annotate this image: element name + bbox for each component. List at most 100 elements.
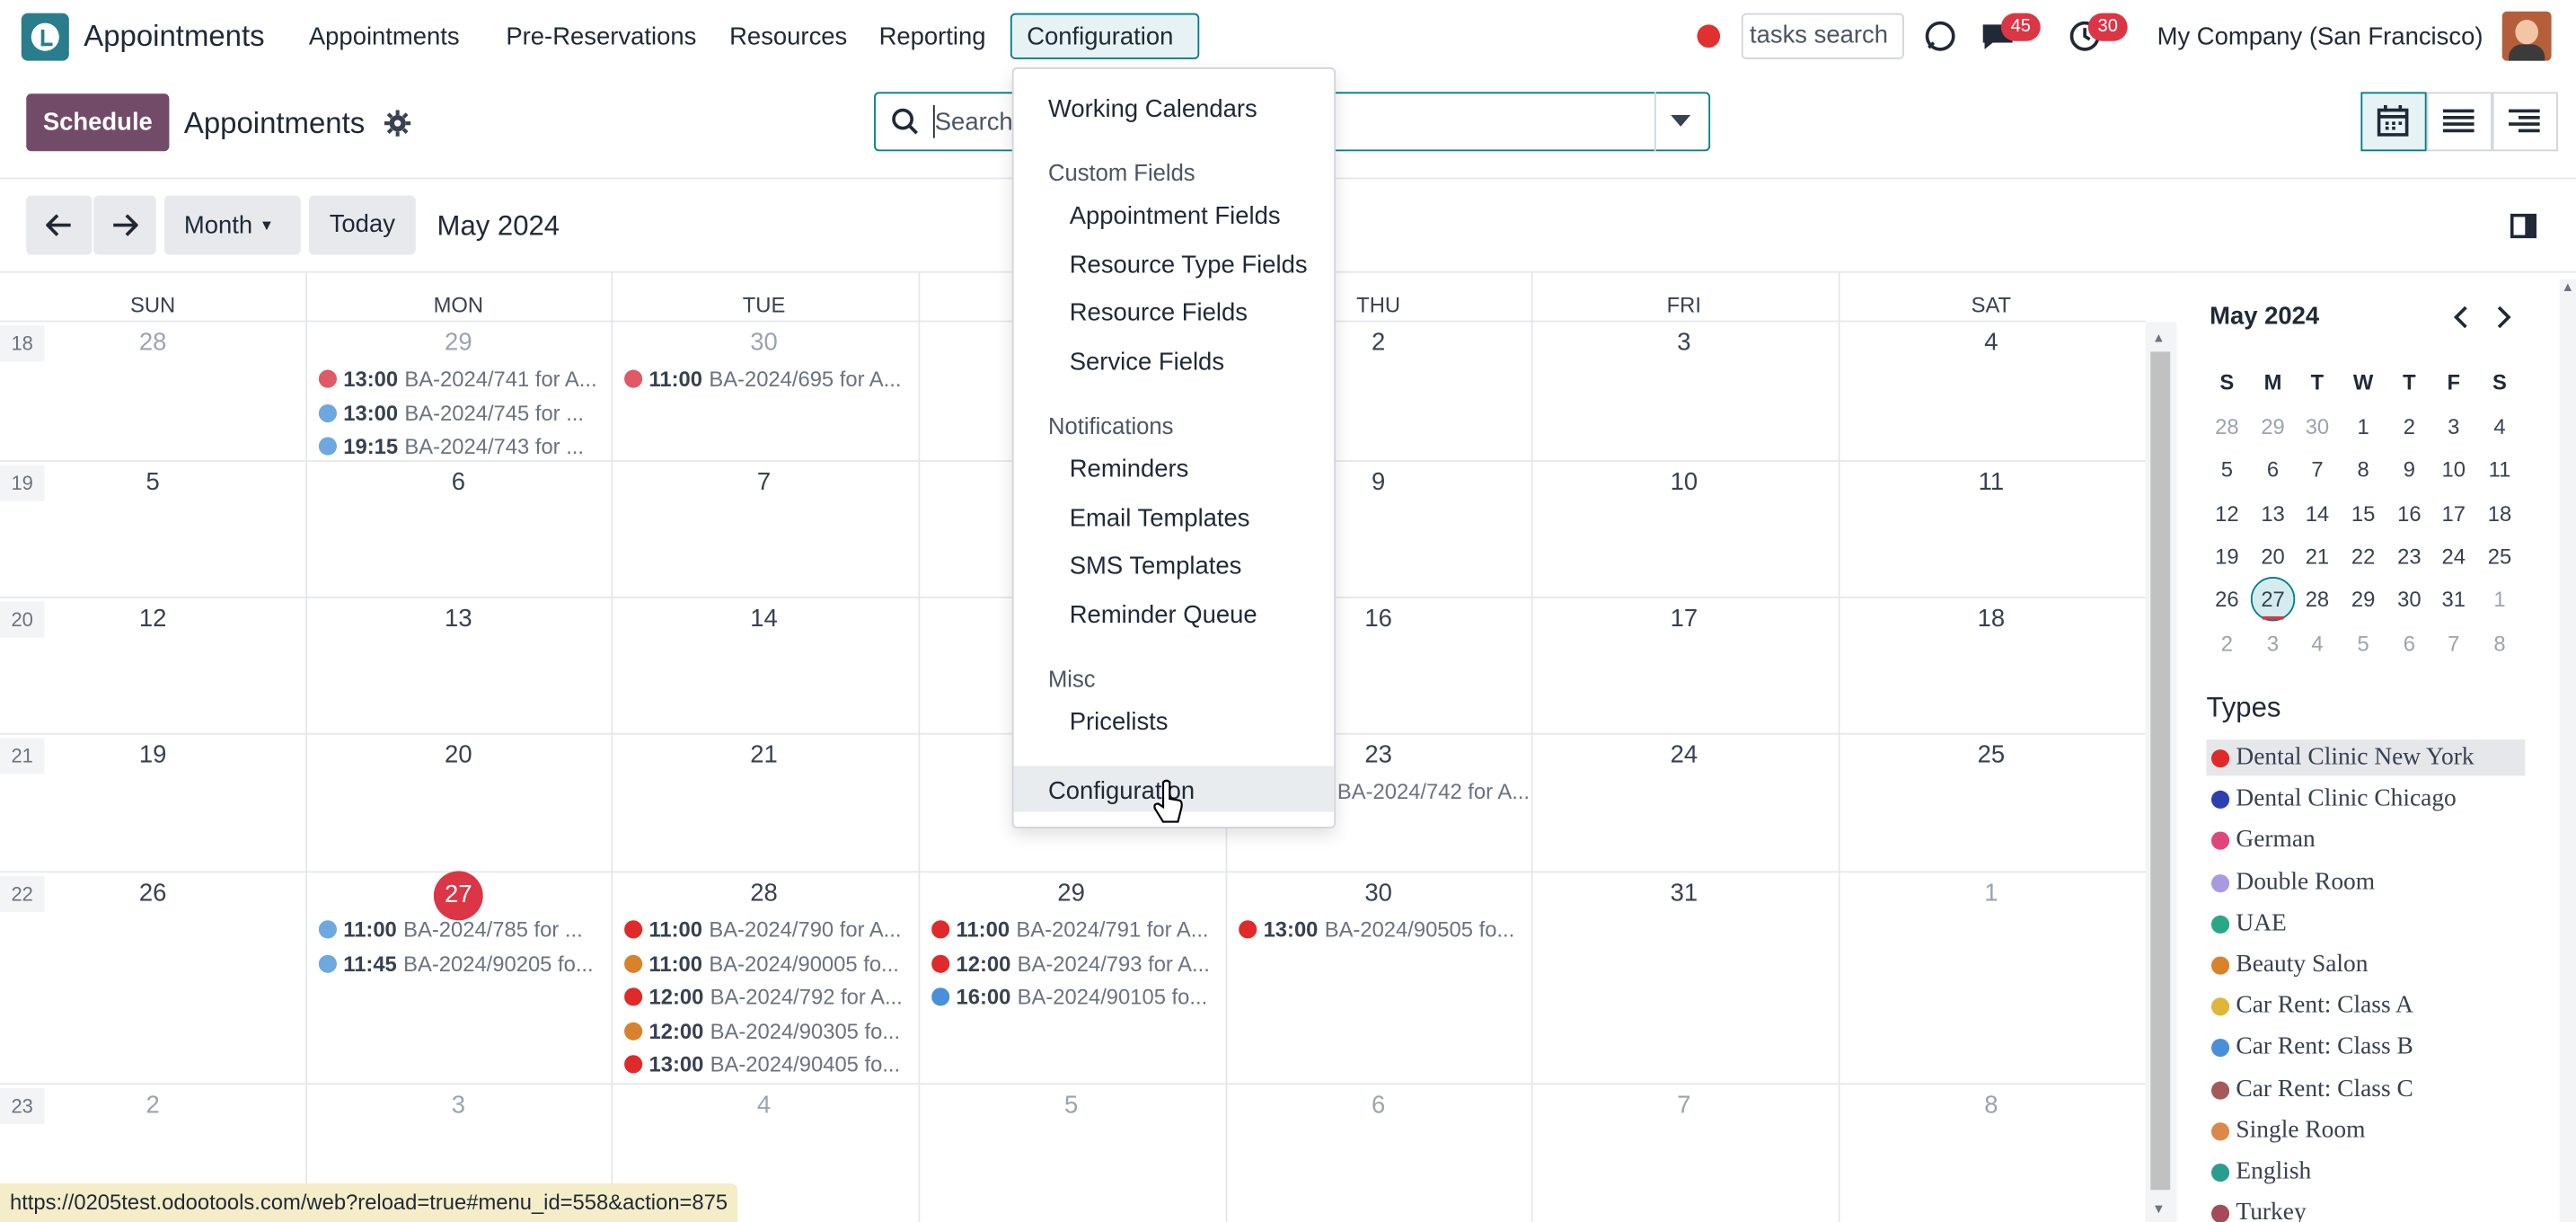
- day-number[interactable]: 6: [305, 468, 611, 496]
- mini-calendar-day[interactable]: 28: [2205, 414, 2249, 438]
- calendar-event[interactable]: 12:00 BA-2024/90305 fo...: [624, 1018, 904, 1048]
- menu-item-email-templates[interactable]: Email Templates: [1070, 505, 1250, 533]
- mini-calendar-day[interactable]: 30: [2295, 414, 2339, 438]
- calendar-event[interactable]: 12:00 BA-2024/793 for A...: [931, 951, 1211, 980]
- mini-calendar-day[interactable]: 27: [2251, 587, 2295, 611]
- day-number[interactable]: 1: [1839, 880, 2144, 908]
- mini-calendar-day[interactable]: 28: [2295, 587, 2339, 611]
- calendar-event[interactable]: 11:00 BA-2024/785 for ...: [318, 917, 598, 947]
- mini-calendar-day[interactable]: 2: [2205, 630, 2249, 654]
- day-number[interactable]: 8: [1839, 1092, 2144, 1120]
- day-number[interactable]: 26: [0, 880, 305, 908]
- day-number[interactable]: 28: [611, 880, 916, 908]
- mini-calendar-day[interactable]: 6: [2251, 457, 2295, 482]
- mini-calendar-day[interactable]: 11: [2477, 457, 2521, 482]
- mini-calendar-day[interactable]: 18: [2477, 500, 2521, 525]
- mini-calendar-day[interactable]: 30: [2387, 587, 2431, 611]
- mini-calendar-day[interactable]: 23: [2387, 544, 2431, 568]
- day-number[interactable]: 4: [611, 1092, 916, 1120]
- mini-calendar-day[interactable]: 14: [2295, 500, 2339, 525]
- scale-dropdown[interactable]: Month ▼: [163, 195, 301, 255]
- day-number[interactable]: 19: [0, 741, 305, 769]
- calendar-event[interactable]: 11:00 BA-2024/790 for A...: [624, 917, 904, 947]
- day-number[interactable]: 10: [1531, 468, 1837, 496]
- day-number[interactable]: 20: [305, 741, 611, 769]
- day-number[interactable]: 3: [305, 1092, 611, 1120]
- type-filter-item[interactable]: Dental Clinic New York: [2206, 739, 2526, 776]
- mini-calendar-day[interactable]: 1: [2477, 587, 2521, 611]
- day-number[interactable]: 3: [1531, 329, 1837, 357]
- menu-item-resource-type-fields[interactable]: Resource Type Fields: [1070, 252, 1308, 279]
- scroll-up-icon[interactable]: ▲: [2562, 279, 2574, 294]
- mini-calendar-day[interactable]: 8: [2477, 630, 2521, 654]
- mini-calendar-day[interactable]: 8: [2341, 457, 2385, 482]
- mini-calendar-day[interactable]: 5: [2341, 630, 2385, 654]
- type-filter-item[interactable]: Turkey: [2206, 1195, 2525, 1222]
- mini-calendar-day[interactable]: 24: [2431, 544, 2475, 568]
- calendar-event[interactable]: 11:45 BA-2024/90205 fo...: [318, 951, 598, 980]
- menu-reporting[interactable]: Reporting: [879, 23, 986, 51]
- menu-item-working-calendars[interactable]: Working Calendars: [1048, 95, 1257, 123]
- type-filter-item[interactable]: Car Rent: Class C: [2206, 1071, 2525, 1107]
- day-number[interactable]: 2: [0, 1092, 305, 1120]
- day-number[interactable]: 30: [611, 329, 916, 357]
- discuss-icon[interactable]: [1922, 18, 1958, 54]
- scrollbar-thumb[interactable]: [2150, 351, 2171, 1191]
- mini-calendar-day[interactable]: 26: [2205, 587, 2249, 611]
- menu-item-service-fields[interactable]: Service Fields: [1070, 349, 1224, 376]
- record-status-icon[interactable]: [1697, 24, 1721, 49]
- type-filter-item[interactable]: Double Room: [2206, 863, 2525, 899]
- day-number[interactable]: 5: [0, 468, 305, 496]
- previous-button[interactable]: [26, 195, 93, 255]
- day-number[interactable]: 13: [305, 605, 611, 633]
- mini-calendar-day[interactable]: 16: [2387, 500, 2431, 525]
- day-number[interactable]: 29: [305, 329, 611, 357]
- day-number[interactable]: 5: [918, 1092, 1223, 1120]
- day-number[interactable]: 6: [1226, 1092, 1531, 1120]
- calendar-event[interactable]: 13:00 BA-2024/90505 fo...: [1239, 917, 1518, 947]
- day-number[interactable]: 25: [1839, 741, 2144, 769]
- calendar-event[interactable]: 12:00 BA-2024/792 for A...: [624, 985, 904, 1014]
- calendar-event[interactable]: 19:15 BA-2024/743 for ...: [318, 434, 598, 464]
- mini-calendar-day[interactable]: 13: [2251, 500, 2295, 525]
- calendar-event[interactable]: 11:00 BA-2024/90005 fo...: [624, 951, 904, 980]
- day-number[interactable]: 7: [611, 468, 916, 496]
- mini-calendar-day[interactable]: 5: [2205, 457, 2249, 482]
- mini-calendar-day[interactable]: 4: [2295, 630, 2339, 654]
- mini-calendar-day[interactable]: 2: [2387, 414, 2431, 438]
- mini-calendar-day[interactable]: 4: [2477, 414, 2521, 438]
- day-number[interactable]: 12: [0, 605, 305, 633]
- calendar-event[interactable]: 13:00 BA-2024/745 for ...: [318, 400, 598, 429]
- calendar-event[interactable]: BA-2024/742 for A...: [1337, 779, 1617, 809]
- menu-item-pricelists[interactable]: Pricelists: [1070, 708, 1169, 736]
- mini-calendar-day[interactable]: 17: [2431, 500, 2475, 525]
- type-filter-item[interactable]: German: [2206, 822, 2525, 858]
- calendar-event[interactable]: 11:00 BA-2024/695 for A...: [624, 367, 904, 396]
- chevron-right-icon[interactable]: [2495, 306, 2511, 329]
- menu-resources[interactable]: Resources: [729, 23, 847, 51]
- menu-item-reminder-queue[interactable]: Reminder Queue: [1070, 601, 1257, 629]
- mini-calendar-day[interactable]: 12: [2205, 500, 2249, 525]
- menu-item-reminders[interactable]: Reminders: [1070, 456, 1189, 483]
- type-filter-item[interactable]: English: [2206, 1154, 2525, 1190]
- app-title[interactable]: Appointments: [84, 20, 264, 54]
- mini-calendar-day[interactable]: 25: [2477, 544, 2521, 568]
- day-number[interactable]: 11: [1839, 468, 2144, 496]
- menu-configuration[interactable]: Configuration: [1027, 23, 1173, 51]
- calendar-event[interactable]: 13:00 BA-2024/90405 fo...: [624, 1052, 904, 1082]
- schedule-button[interactable]: Schedule: [26, 93, 170, 152]
- chevron-left-icon[interactable]: [2453, 306, 2469, 329]
- menu-appointments[interactable]: Appointments: [309, 23, 460, 51]
- day-number[interactable]: 17: [1531, 605, 1837, 633]
- mini-calendar-day[interactable]: 7: [2295, 457, 2339, 482]
- scroll-down-icon[interactable]: ▼: [2152, 1201, 2165, 1216]
- type-filter-item[interactable]: Car Rent: Class A: [2206, 988, 2525, 1024]
- mini-calendar-day[interactable]: 31: [2431, 587, 2475, 611]
- today-date-badge[interactable]: 27: [433, 871, 483, 921]
- mini-calendar-day[interactable]: 1: [2341, 414, 2385, 438]
- sidebar-toggle-icon[interactable]: [2510, 213, 2537, 239]
- type-filter-item[interactable]: Single Room: [2206, 1112, 2525, 1148]
- mini-calendar-day[interactable]: 22: [2341, 544, 2385, 568]
- day-number[interactable]: 7: [1531, 1092, 1837, 1120]
- day-number[interactable]: 14: [611, 605, 916, 633]
